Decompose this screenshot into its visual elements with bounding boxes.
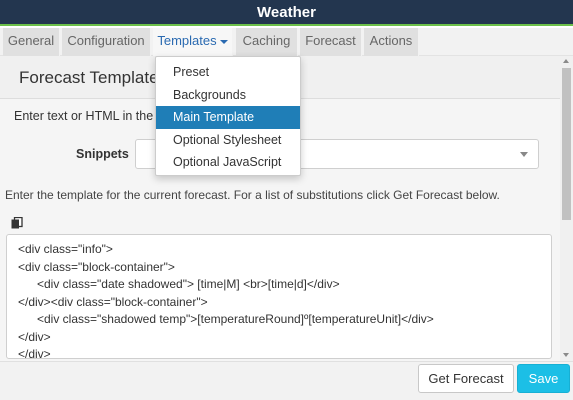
tab-templates[interactable]: Templates <box>153 28 233 56</box>
code-line: </div> <box>18 329 51 344</box>
tab-label: Actions <box>369 33 413 48</box>
save-button[interactable]: Save <box>517 364 570 393</box>
caret-down-icon <box>219 39 228 44</box>
code-line: <div class="shadowed temp">[temperatureR… <box>37 312 434 326</box>
menu-item-backgrounds[interactable]: Backgrounds <box>156 84 300 107</box>
scroll-down-icon[interactable] <box>563 353 569 357</box>
templates-dropdown-menu: Preset Backgrounds Main Template Optiona… <box>155 56 301 176</box>
scroll-up-icon[interactable] <box>563 59 569 63</box>
get-forecast-button[interactable]: Get Forecast <box>418 364 514 393</box>
code-line: <div class="block-container"> <box>18 259 175 274</box>
tab-label: Configuration <box>67 33 145 48</box>
copy-icon[interactable] <box>11 217 23 229</box>
tab-label: Caching <box>242 33 291 48</box>
instruction-text: Enter text or HTML in the <box>14 109 154 123</box>
menu-item-optional-stylesheet[interactable]: Optional Stylesheet <box>156 129 300 152</box>
footer-bar: Get Forecast Save <box>0 361 573 400</box>
chevron-down-icon <box>520 152 528 157</box>
tab-general[interactable]: General <box>3 28 60 56</box>
window-title: Weather <box>0 0 573 26</box>
template-editor[interactable]: <div class="info"> <div class="block-con… <box>6 234 552 359</box>
vertical-scrollbar[interactable] <box>560 56 573 361</box>
template-instruction: Enter the template for the current forec… <box>5 188 500 202</box>
menu-item-main-template[interactable]: Main Template <box>156 106 300 129</box>
panel-title: Forecast Template <box>19 68 159 87</box>
snippets-label: Snippets <box>76 147 129 161</box>
tab-actions[interactable]: Actions <box>364 28 419 56</box>
code-line: <div class="info"> <box>18 242 113 256</box>
tab-caching[interactable]: Caching <box>236 28 298 56</box>
menu-item-optional-javascript[interactable]: Optional JavaScript <box>156 151 300 174</box>
code-line: </div><div class="block-container"> <box>18 294 208 309</box>
code-line: <div class="date shadowed"> [time|M] <br… <box>37 277 340 291</box>
scrollbar-thumb[interactable] <box>562 68 571 220</box>
tab-label: Templates <box>157 33 217 48</box>
menu-item-preset[interactable]: Preset <box>156 61 300 84</box>
tab-label: Forecast <box>305 33 356 48</box>
tab-configuration[interactable]: Configuration <box>62 28 151 56</box>
tab-label: General <box>7 33 55 48</box>
code-line: </div> <box>18 347 51 359</box>
tab-forecast[interactable]: Forecast <box>300 28 362 56</box>
tab-bar: General Configuration Templates Caching … <box>0 28 573 56</box>
